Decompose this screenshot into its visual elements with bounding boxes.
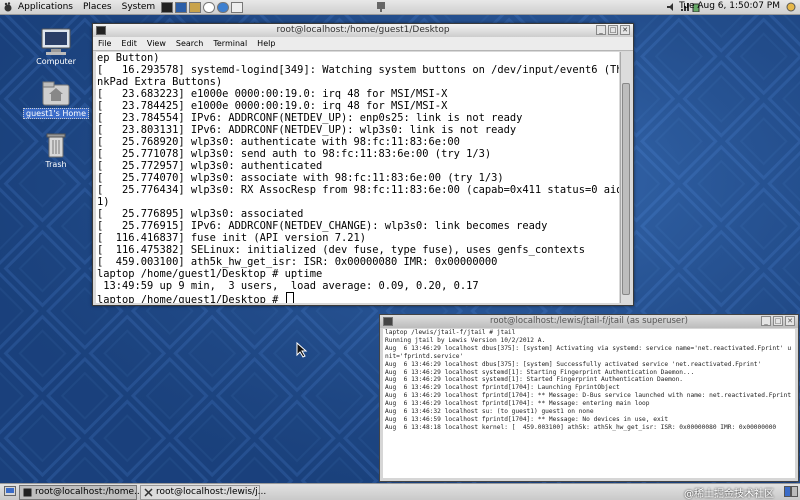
close-x-icon (144, 487, 153, 497)
workspace-switcher[interactable] (784, 486, 798, 500)
window-controls: _ □ ✕ (596, 25, 630, 35)
mouse-pointer-icon (296, 341, 308, 361)
terminal-line: [ 25.776895] wlp3s0: associated (97, 208, 304, 220)
terminal-line: 1) (97, 196, 110, 208)
applications-menu[interactable]: Applications (13, 2, 78, 12)
terminal-line: [ 116.416837] fuse init (API version 7.2… (97, 232, 366, 244)
desktop-icon-computer[interactable]: Computer (21, 28, 91, 66)
terminal-app-icon (96, 26, 106, 40)
terminal-line: [ 459.003100] ath5k_hw_get_isr: ISR: 0x0… (97, 256, 498, 268)
close-button[interactable]: ✕ (620, 25, 630, 35)
terminal-task-icon (23, 488, 32, 497)
maximize-button[interactable]: □ (773, 316, 783, 326)
window-titlebar[interactable]: root@localhost:/home/guest1/Desktop _ □ … (93, 24, 633, 37)
desktop-icon-home[interactable]: guest1's Home (21, 79, 91, 119)
terminal-line: Running jtail by Lewis Version 10/2/2012… (385, 336, 546, 344)
terminal-line: [ 23.784425] e1000e 0000:00:19.0: irq 48… (97, 100, 448, 112)
terminal-window-main[interactable]: root@localhost:/home/guest1/Desktop _ □ … (92, 23, 634, 306)
terminal-scrollbar[interactable] (620, 52, 631, 303)
terminal-line: [ 25.774070] wlp3s0: associate with 98:f… (97, 172, 504, 184)
minimize-button[interactable]: _ (596, 25, 606, 35)
menu-search[interactable]: Search (171, 37, 208, 50)
watermark: @稀土掘金技术社区 (684, 489, 774, 500)
network-icon[interactable] (376, 1, 386, 15)
terminal-launcher-icon[interactable] (161, 1, 174, 13)
volume-icon[interactable] (666, 2, 676, 15)
terminal-line: Aug 6 13:46:29 localhost fprintd[1704]: … (385, 384, 620, 392)
desktop-icon-label: Trash (45, 160, 67, 169)
terminal-line: [ 23.784554] IPv6: ADDRCONF(NETDEV_UP): … (97, 112, 523, 124)
menu-edit[interactable]: Edit (116, 37, 142, 50)
terminal-line: 13:49:59 up 9 min, 3 users, load average… (97, 280, 479, 292)
home-folder-icon (40, 79, 72, 107)
terminal-line: ep Button) (97, 52, 160, 64)
window-title: root@localhost:/lewis/jtail-f/jtail (as … (490, 316, 688, 326)
terminal-line: nkPad Extra Buttons) (97, 76, 223, 88)
taskbar-item-jtail-terminal[interactable]: root@localhost:/lewis/j... (140, 484, 266, 500)
terminal-line: Aug 6 13:46:29 localhost dbus[375]: [sys… (385, 360, 762, 368)
terminal-line: [ 16.293578] systemd-logind[349]: Watchi… (97, 64, 619, 76)
terminal-line: Aug 6 13:46:29 localhost systemd[1]: Sta… (385, 368, 695, 376)
menu-view[interactable]: View (142, 37, 171, 50)
terminal-line: [ 25.771078] wlp3s0: send auth to 98:fc:… (97, 148, 492, 160)
clock[interactable]: Tue Aug 6, 1:50:07 PM (679, 1, 780, 11)
terminal-output[interactable]: ep Button) [ 16.293578] systemd-logind[3… (96, 52, 619, 303)
help-launcher-icon[interactable] (203, 1, 216, 13)
window-title: root@localhost:/home/guest1/Desktop (276, 25, 450, 35)
editor-launcher-icon[interactable] (231, 1, 244, 13)
window-controls: _ □ ✕ (761, 316, 795, 326)
computer-icon (40, 28, 72, 56)
bottom-panel: root@localhost:/home... root@localhost:/… (0, 483, 800, 500)
minimize-button[interactable]: _ (761, 316, 771, 326)
terminal-line: Aug 6 13:46:29 localhost fprintd[1704]: … (385, 400, 650, 408)
desktop-icon-label: guest1's Home (23, 108, 89, 119)
terminal-line: [ 23.803131] IPv6: ADDRCONF(NETDEV_UP): … (97, 124, 517, 136)
terminal-line: Aug 6 13:46:59 localhost fprintd[1704]: … (385, 415, 669, 423)
close-button[interactable]: ✕ (785, 316, 795, 326)
desktop-icon-label: Computer (36, 57, 76, 66)
terminal-line: Aug 6 13:46:32 localhost su: (to guest1)… (385, 408, 594, 416)
scrollbar-thumb[interactable] (622, 83, 630, 295)
terminal-line: [ 25.776434] wlp3s0: RX AssocResp from 9… (97, 184, 619, 196)
terminal-line: nit='fprintd.service' (385, 352, 464, 360)
terminal-line: [ 25.776915] IPv6: ADDRCONF(NETDEV_CHANG… (97, 220, 548, 232)
menu-terminal[interactable]: Terminal (208, 37, 252, 50)
terminal-line: laptop /lewis/jtail-f/jtail # jtail (385, 329, 516, 336)
browser-launcher-icon[interactable] (217, 1, 230, 13)
maximize-button[interactable]: □ (608, 25, 618, 35)
panel-launcher-icon[interactable] (175, 1, 188, 13)
trash-icon (40, 131, 72, 159)
power-icon[interactable] (786, 2, 796, 15)
text-cursor (285, 292, 294, 303)
terminal-line: [ 23.683223] e1000e 0000:00:19.0: irq 48… (97, 88, 448, 100)
places-menu[interactable]: Places (78, 2, 117, 12)
taskbar-item-main-terminal[interactable]: root@localhost:/home... (19, 484, 143, 500)
file-manager-launcher-icon[interactable] (189, 1, 202, 13)
top-panel: Applications Places System Tue Aug 6, 1:… (0, 0, 800, 15)
terminal-line: Aug 6 13:48:18 localhost kernel: [ 459.0… (385, 423, 777, 431)
terminal-line: [ 25.772957] wlp3s0: authenticated (97, 160, 323, 172)
taskbar-item-label: root@localhost:/home... (35, 487, 143, 497)
terminal-prompt: laptop /home/guest1/Desktop # (97, 294, 285, 303)
menu-help[interactable]: Help (252, 37, 280, 50)
window-titlebar[interactable]: root@localhost:/lewis/jtail-f/jtail (as … (380, 315, 798, 328)
terminal-output[interactable]: laptop /lewis/jtail-f/jtail # jtail Runn… (383, 329, 795, 478)
menu-bar: File Edit View Search Terminal Help (93, 37, 633, 51)
system-menu[interactable]: System (117, 2, 161, 12)
terminal-line: Aug 6 13:46:29 localhost dbus[375]: [sys… (385, 344, 792, 352)
taskbar-item-label: root@localhost:/lewis/j... (156, 487, 267, 497)
terminal-line: laptop /home/guest1/Desktop # uptime (97, 268, 323, 280)
terminal-line: Aug 6 13:46:29 localhost fprintd[1704]: … (385, 392, 792, 400)
terminal-window-jtail[interactable]: root@localhost:/lewis/jtail-f/jtail (as … (379, 314, 799, 482)
gnome-foot-icon[interactable] (3, 2, 13, 12)
desktop-icon-trash[interactable]: Trash (21, 131, 91, 169)
terminal-prompt-line[interactable]: laptop /home/guest1/Desktop # (96, 292, 619, 303)
show-desktop-icon[interactable] (4, 485, 16, 499)
terminal-line: [ 25.768920] wlp3s0: authenticate with 9… (97, 136, 460, 148)
terminal-line: Aug 6 13:46:29 localhost systemd[1]: Sta… (385, 376, 684, 384)
terminal-line: [ 116.475382] SELinux: initialized (dev … (97, 244, 585, 256)
